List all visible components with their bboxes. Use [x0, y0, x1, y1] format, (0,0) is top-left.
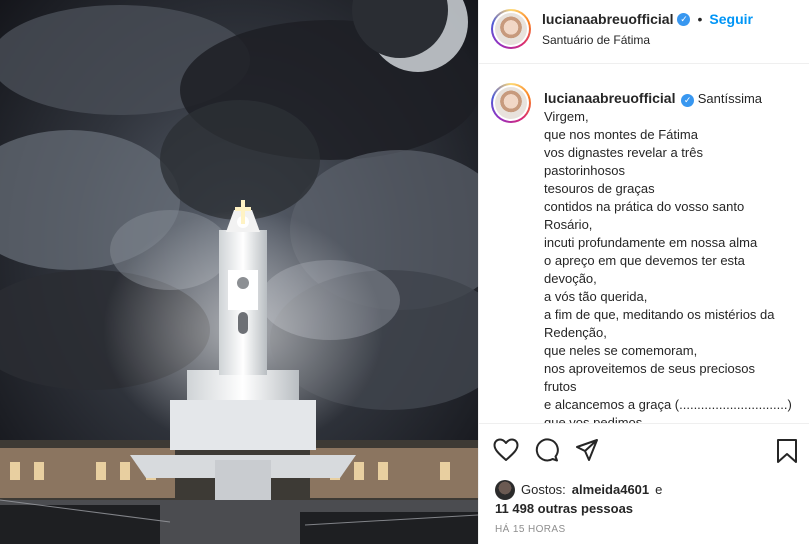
- verified-badge-icon: ✓: [677, 12, 691, 26]
- avatar[interactable]: [491, 9, 531, 49]
- caption-line: que nos montes de Fátima: [544, 127, 698, 142]
- post-header: lucianaabreuofficial ✓ • Seguir Santuári…: [479, 0, 809, 64]
- caption-line: e alcancemos a graça (..................…: [544, 397, 792, 412]
- likes-prefix: Gostos:: [521, 482, 566, 497]
- comment-icon[interactable]: [535, 438, 559, 462]
- post-side-panel: lucianaabreuofficial ✓ • Seguir Santuári…: [478, 0, 809, 544]
- follow-button[interactable]: Seguir: [709, 11, 753, 27]
- liker-avatar[interactable]: [495, 480, 515, 500]
- caption-avatar[interactable]: [491, 83, 531, 123]
- verified-badge-icon: ✓: [681, 94, 695, 107]
- caption-line: Virgem,: [544, 109, 589, 124]
- caption-line: devoção,: [544, 271, 597, 286]
- caption-line: pastorinhosos: [544, 163, 625, 178]
- caption-line: Rosário,: [544, 217, 593, 232]
- caption-line: o apreço em que devemos ter esta: [544, 253, 745, 268]
- caption-line: contidos na prática do vosso santo: [544, 199, 745, 214]
- likes-summary: Gostos: almeida4601 e 11 498 outras pess…: [495, 480, 662, 518]
- caption-line: que vos pedimos: [544, 415, 643, 423]
- caption-line: a vós tão querida,: [544, 289, 648, 304]
- caption-username[interactable]: lucianaabreuofficial: [544, 90, 675, 106]
- liker-username[interactable]: almeida4601: [572, 481, 649, 499]
- sanctuary-night-photo: [0, 0, 478, 544]
- separator-dot: •: [697, 11, 703, 27]
- action-bar: [493, 438, 599, 462]
- heart-icon[interactable]: [493, 438, 519, 462]
- caption-line: que neles se comemoram,: [544, 343, 698, 358]
- header-name-row: lucianaabreuofficial ✓ • Seguir: [542, 11, 753, 27]
- likes-conjunction: e: [655, 482, 663, 497]
- post-actions-section: Gostos: almeida4601 e 11 498 outras pess…: [479, 423, 809, 544]
- post-photo[interactable]: [0, 0, 478, 544]
- post-timestamp[interactable]: HÁ 15 HORAS: [495, 524, 566, 535]
- caption-line: vos dignastes revelar a três: [544, 145, 703, 160]
- caption-line: nos aproveitemos de seus preciosos: [544, 361, 756, 376]
- caption-line: incuti profundamente em nossa alma: [544, 235, 758, 250]
- share-icon[interactable]: [575, 438, 599, 462]
- likes-others-link[interactable]: 11 498 outras pessoas: [495, 501, 633, 516]
- location-link[interactable]: Santuário de Fátima: [542, 33, 650, 47]
- caption-line: a fim de que, meditando os mistérios da: [544, 307, 775, 322]
- caption-line: frutos: [544, 379, 577, 394]
- header-username[interactable]: lucianaabreuofficial: [542, 11, 673, 27]
- caption-text: lucianaabreuofficial ✓ Santíssima Virgem…: [544, 89, 806, 423]
- caption-line: tesouros de graças: [544, 181, 655, 196]
- caption-line: Santíssima: [697, 91, 763, 106]
- bookmark-icon[interactable]: [776, 438, 798, 464]
- caption: lucianaabreuofficial ✓ Santíssima Virgem…: [479, 65, 809, 423]
- caption-line: Redenção,: [544, 325, 607, 340]
